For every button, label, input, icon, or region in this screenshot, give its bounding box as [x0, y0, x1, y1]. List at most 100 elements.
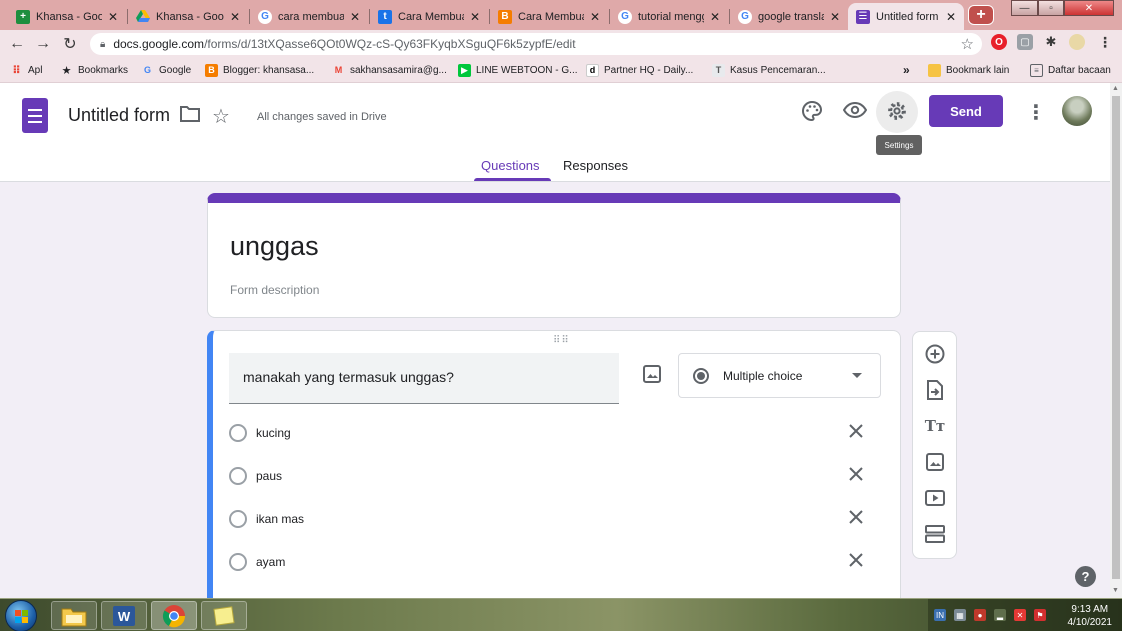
close-tab-icon[interactable]: ✕: [946, 10, 956, 24]
google-forms-logo-icon[interactable]: [22, 98, 48, 133]
tray-sync-icon[interactable]: ●: [974, 609, 986, 621]
option-label[interactable]: ayam: [256, 555, 285, 569]
microsoft-word-icon[interactable]: W: [101, 601, 147, 630]
tab-label: cara membuat: [278, 10, 344, 23]
network-signal-icon[interactable]: ▂: [994, 609, 1006, 621]
extension-icon[interactable]: ▢: [1017, 34, 1033, 50]
file-explorer-icon[interactable]: [51, 601, 97, 630]
remove-option-icon[interactable]: [849, 510, 863, 524]
question-title-input[interactable]: manakah yang termasuk unggas?: [229, 353, 619, 404]
option-label[interactable]: kucing: [256, 426, 291, 440]
avatar[interactable]: [1062, 96, 1092, 126]
browser-menu-icon[interactable]: ⋮: [1097, 34, 1113, 50]
close-tab-icon[interactable]: ✕: [108, 10, 118, 24]
svg-text:W: W: [118, 609, 131, 624]
import-questions-icon[interactable]: [924, 379, 946, 401]
sticky-notes-icon[interactable]: [201, 601, 247, 630]
option-label[interactable]: paus: [256, 469, 282, 483]
close-tab-icon[interactable]: ✕: [470, 10, 480, 24]
bookmark-gmail[interactable]: Msakhansasamira@g...: [332, 57, 447, 83]
browser-tab[interactable]: G cara membuat ✕: [250, 3, 368, 30]
selected-tab-indicator: [474, 178, 551, 181]
add-section-icon[interactable]: [924, 523, 946, 545]
page-scrollbar[interactable]: ▲ ▼: [1110, 83, 1122, 598]
scroll-down-arrow-icon[interactable]: ▼: [1112, 587, 1119, 594]
remove-option-icon[interactable]: [849, 553, 863, 567]
bookmark-other-folder[interactable]: Bookmark lain: [928, 57, 1009, 83]
bookmark-star-icon[interactable]: ☆: [961, 35, 974, 53]
tray-flag-icon[interactable]: ⚑: [1034, 609, 1046, 621]
bookmarks-overflow-button[interactable]: »: [903, 57, 910, 83]
remove-option-icon[interactable]: [849, 424, 863, 438]
google-chrome-icon[interactable]: [151, 601, 197, 630]
browser-tab-active[interactable]: ☰ Untitled form - ✕: [848, 3, 964, 30]
send-button[interactable]: Send: [929, 95, 1003, 127]
tab-questions[interactable]: Questions: [481, 158, 540, 173]
scrollbar-thumb[interactable]: [1112, 96, 1120, 579]
opera-extension-icon[interactable]: O: [991, 34, 1007, 50]
system-tray: IN ▦ ● ▂ ✕ ⚑ 9:13 AM 4/10/2021: [928, 599, 1122, 631]
close-tab-icon[interactable]: ✕: [710, 10, 720, 24]
add-question-icon[interactable]: [924, 343, 946, 365]
remove-option-icon[interactable]: [849, 467, 863, 481]
bookmark-bookmarks[interactable]: ★ Bookmarks: [60, 57, 128, 83]
new-tab-button[interactable]: +: [968, 5, 994, 25]
site-icon: t: [378, 9, 392, 24]
address-bar[interactable]: 🔒︎ docs.google.com/forms/d/13tXQasse6QOt…: [90, 33, 982, 55]
bookmark-webtoon[interactable]: ▶ LINE WEBTOON - G...: [458, 57, 578, 83]
close-window-button[interactable]: ✕: [1064, 0, 1114, 16]
bookmark-label: Bookmark lain: [946, 64, 1010, 76]
browser-tab[interactable]: t Cara Membuat ✕: [370, 3, 488, 30]
back-arrow-icon[interactable]: ←: [5, 30, 29, 57]
browser-tab[interactable]: Khansa - Goog ✕: [128, 3, 248, 30]
bookmark-apps[interactable]: ⠿ Apl: [10, 57, 42, 83]
browser-tab[interactable]: B Cara Membuat ✕: [490, 3, 608, 30]
tray-app-icon[interactable]: ▦: [954, 609, 966, 621]
start-button[interactable]: [5, 600, 37, 631]
more-options-icon[interactable]: ⋮: [1026, 100, 1046, 125]
bookmark-kasus[interactable]: T Kasus Pencemaran...: [712, 57, 826, 83]
close-tab-icon[interactable]: ✕: [830, 10, 840, 24]
add-title-description-icon[interactable]: Tт: [924, 415, 946, 437]
form-description-input[interactable]: Form description: [230, 283, 319, 297]
question-card: ⠿⠿ manakah yang termasuk unggas? Multipl…: [207, 330, 901, 610]
scroll-up-arrow-icon[interactable]: ▲: [1112, 85, 1119, 92]
profile-icon[interactable]: [1069, 34, 1085, 50]
palette-icon[interactable]: [801, 100, 823, 122]
browser-tab[interactable]: + Khansa - Goog ✕: [8, 3, 126, 30]
bookmark-google[interactable]: G Google: [141, 57, 191, 83]
close-tab-icon[interactable]: ✕: [350, 10, 360, 24]
add-image-icon[interactable]: [924, 451, 946, 473]
document-title[interactable]: Untitled form: [68, 105, 170, 126]
browser-tab[interactable]: G google translat ✕: [730, 3, 848, 30]
puzzle-extensions-icon[interactable]: ✱: [1043, 34, 1059, 50]
form-title[interactable]: unggas: [230, 231, 319, 262]
tray-antivirus-icon[interactable]: ✕: [1014, 609, 1026, 621]
bookmark-partner-hq[interactable]: d Partner HQ - Daily...: [586, 57, 693, 83]
google-icon: G: [738, 9, 752, 24]
reload-icon[interactable]: ↻: [58, 30, 82, 57]
minimize-button[interactable]: —: [1011, 0, 1038, 16]
add-video-icon[interactable]: [924, 487, 946, 509]
add-image-icon[interactable]: [643, 365, 661, 383]
folder-icon[interactable]: [180, 105, 200, 122]
question-type-dropdown[interactable]: Multiple choice: [678, 353, 881, 398]
browser-tab[interactable]: G tutorial mengg ✕: [610, 3, 728, 30]
preview-eye-icon[interactable]: [843, 102, 867, 118]
webtoon-icon: ▶: [458, 63, 471, 77]
close-tab-icon[interactable]: ✕: [590, 10, 600, 24]
taskbar-clock[interactable]: 9:13 AM 4/10/2021: [1068, 603, 1113, 629]
blogger-icon: B: [498, 9, 512, 24]
maximize-button[interactable]: ▫: [1038, 0, 1064, 16]
help-button[interactable]: ?: [1075, 566, 1096, 587]
option-label[interactable]: ikan mas: [256, 512, 304, 526]
close-tab-icon[interactable]: ✕: [230, 10, 240, 24]
language-icon[interactable]: IN: [934, 609, 946, 621]
reading-list-button[interactable]: ≡ Daftar bacaan: [1030, 57, 1111, 83]
drag-handle-icon[interactable]: ⠿⠿: [553, 335, 570, 346]
bookmark-blogger[interactable]: B Blogger: khansasa...: [205, 57, 314, 83]
forward-arrow-icon[interactable]: →: [31, 30, 55, 57]
settings-gear-icon[interactable]: [886, 100, 908, 122]
star-icon[interactable]: ☆: [212, 104, 230, 129]
tab-responses[interactable]: Responses: [563, 158, 628, 173]
